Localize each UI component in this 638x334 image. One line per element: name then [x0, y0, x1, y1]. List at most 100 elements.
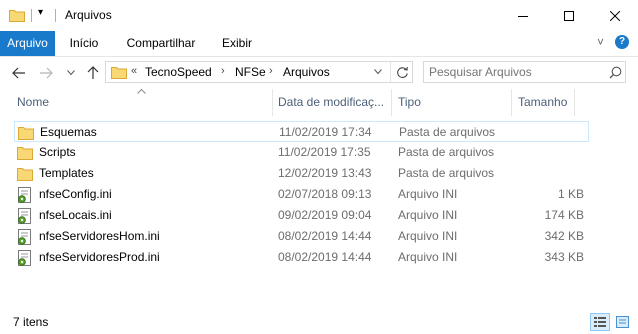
file-type: Pasta de arquivos — [399, 125, 496, 139]
file-type: Arquivo INI — [398, 250, 458, 264]
minimize-icon — [518, 15, 528, 17]
list-item[interactable]: Esquemas 11/02/2019 17:34 Pasta de arqui… — [14, 121, 589, 142]
back-button[interactable] — [10, 64, 28, 82]
column-header-type[interactable]: Tipo — [398, 89, 421, 116]
column-divider[interactable] — [574, 89, 575, 116]
column-header-name[interactable]: Nome — [17, 89, 49, 116]
folder-icon — [18, 127, 34, 140]
large-icons-view-button[interactable] — [613, 313, 633, 331]
list-item[interactable]: nfseLocais.ini 09/02/2019 09:04 Arquivo … — [14, 205, 589, 226]
file-size: 1 KB — [557, 187, 584, 201]
status-bar: 7 itens — [0, 310, 638, 334]
minimize-button[interactable] — [500, 0, 546, 31]
details-view-icon — [594, 317, 606, 327]
file-size: 342 KB — [544, 229, 584, 243]
large-icons-view-icon — [616, 316, 629, 328]
maximize-icon — [564, 10, 574, 21]
file-type: Arquivo INI — [398, 229, 458, 243]
list-item[interactable]: nfseConfig.ini 02/07/2018 09:13 Arquivo … — [14, 184, 589, 205]
column-header-date[interactable]: Data de modificaç... — [278, 89, 384, 116]
file-name: Templates — [39, 166, 94, 180]
back-arrow-icon — [12, 67, 25, 79]
up-arrow-icon — [87, 66, 99, 79]
window-title: Arquivos — [65, 8, 112, 22]
folder-icon — [17, 147, 33, 160]
details-view-button[interactable] — [590, 313, 610, 331]
file-type: Arquivo INI — [398, 187, 458, 201]
file-date: 02/07/2018 09:13 — [278, 187, 372, 201]
list-item[interactable]: Templates 12/02/2019 13:43 Pasta de arqu… — [14, 163, 589, 184]
tab-compartilhar[interactable]: Compartilhar — [120, 31, 202, 56]
refresh-icon[interactable] — [396, 66, 409, 79]
column-divider[interactable] — [391, 89, 392, 116]
file-name: nfseServidoresProd.ini — [39, 250, 160, 264]
up-button[interactable] — [84, 64, 102, 82]
file-name: nfseLocais.ini — [39, 208, 112, 222]
file-date: 09/02/2019 09:04 — [278, 208, 372, 222]
address-bar[interactable]: « TecnoSpeed › NFSe › Arquivos — [105, 61, 413, 83]
search-input[interactable] — [429, 63, 599, 81]
file-size — [505, 122, 585, 143]
breadcrumb-separator-icon[interactable]: › — [221, 65, 225, 77]
file-date: 08/02/2019 14:44 — [278, 250, 372, 264]
tab-inicio[interactable]: Início — [62, 31, 106, 56]
ini-file-icon — [18, 208, 31, 224]
file-name: nfseServidoresHom.ini — [39, 229, 160, 243]
forward-button[interactable] — [37, 64, 55, 82]
file-size — [504, 163, 584, 184]
tab-exibir[interactable]: Exibir — [214, 31, 260, 56]
file-type: Pasta de arquivos — [398, 145, 495, 159]
folder-icon — [9, 10, 25, 22]
item-count: 7 itens — [13, 315, 49, 329]
title-divider — [55, 9, 56, 22]
search-icon[interactable] — [609, 66, 622, 79]
file-date: 08/02/2019 14:44 — [278, 229, 372, 243]
file-type: Arquivo INI — [398, 208, 458, 222]
title-divider — [31, 9, 32, 22]
ini-file-icon — [18, 187, 31, 203]
file-name: Scripts — [39, 145, 76, 159]
breadcrumb-nfse[interactable]: NFSe — [235, 65, 266, 79]
navigation-bar: « TecnoSpeed › NFSe › Arquivos — [0, 56, 638, 89]
list-item[interactable]: nfseServidoresHom.ini 08/02/2019 14:44 A… — [14, 226, 589, 247]
column-header-size[interactable]: Tamanho — [518, 89, 567, 116]
file-size — [504, 142, 584, 163]
file-date: 11/02/2019 17:34 — [279, 125, 372, 139]
close-icon — [610, 10, 620, 21]
list-item[interactable]: Scripts 11/02/2019 17:35 Pasta de arquiv… — [14, 142, 589, 163]
quick-access-dropdown-icon[interactable]: ▾ — [38, 7, 43, 18]
list-item[interactable]: nfseServidoresProd.ini 08/02/2019 14:44 … — [14, 247, 589, 268]
chevron-down-icon — [67, 70, 75, 76]
close-button[interactable] — [592, 0, 638, 31]
ini-file-icon — [18, 229, 31, 245]
recent-locations-button[interactable] — [62, 64, 80, 82]
breadcrumb-overflow-icon[interactable]: « — [131, 65, 137, 77]
file-date: 12/02/2019 13:43 — [278, 166, 372, 180]
sort-ascending-icon — [137, 89, 146, 94]
file-name: nfseConfig.ini — [39, 187, 112, 201]
ini-file-icon — [18, 250, 31, 266]
forward-arrow-icon — [40, 67, 53, 79]
help-icon[interactable]: ? — [615, 35, 629, 49]
file-size: 174 KB — [544, 208, 584, 222]
maximize-button[interactable] — [546, 0, 592, 31]
column-divider[interactable] — [511, 89, 512, 116]
tab-arquivo[interactable]: Arquivo — [0, 31, 55, 56]
column-headers: Nome Data de modificaç... Tipo Tamanho — [0, 89, 638, 116]
file-date: 11/02/2019 17:35 — [278, 145, 371, 159]
breadcrumb-tecnospeed[interactable]: TecnoSpeed — [145, 65, 212, 79]
folder-icon — [111, 67, 127, 79]
file-size: 343 KB — [544, 250, 584, 264]
ribbon-tabs: Arquivo Início Compartilhar Exibir ˅ ? — [0, 31, 638, 57]
ribbon-expand-icon[interactable]: ˅ — [597, 35, 604, 49]
column-divider[interactable] — [272, 89, 273, 116]
breadcrumb-arquivos[interactable]: Arquivos — [283, 65, 330, 79]
folder-icon — [17, 168, 33, 181]
file-type: Pasta de arquivos — [398, 166, 495, 180]
title-bar: ▾ Arquivos — [0, 0, 638, 31]
address-dropdown-icon[interactable] — [374, 69, 382, 75]
breadcrumb-separator-icon[interactable]: › — [269, 65, 273, 77]
address-divider — [390, 62, 391, 82]
file-name: Esquemas — [40, 125, 97, 139]
search-box[interactable] — [423, 61, 626, 83]
